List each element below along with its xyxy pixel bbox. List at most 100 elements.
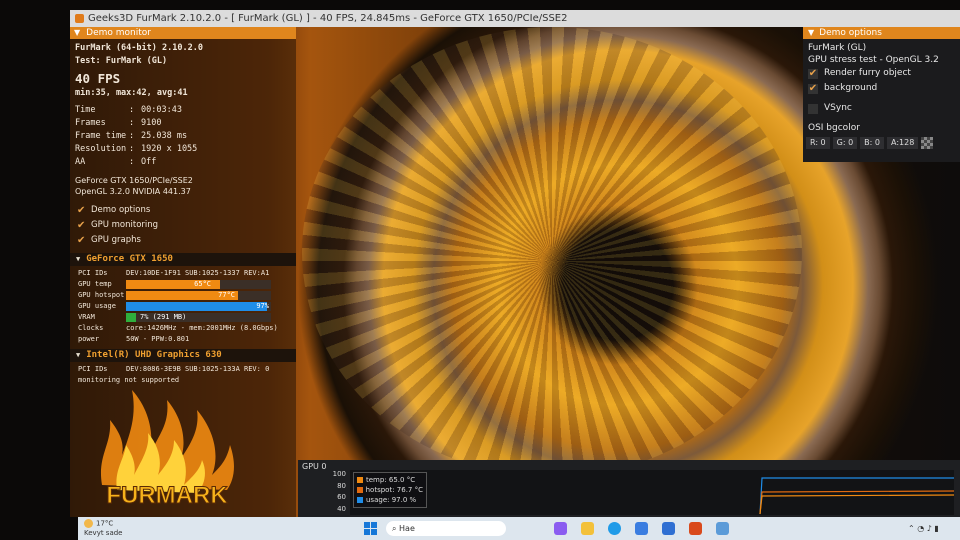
checkbox-gpu-monitoring[interactable]: ✔ GPU monitoring [70,218,296,233]
copilot-icon[interactable] [554,522,567,535]
fps-readout: 40 FPS [75,71,121,86]
metric-bar: 65°C [126,280,271,289]
legend-item: temp: 65.0 °C [357,475,423,485]
furmark-app-icon [75,14,84,23]
stat-key: Frames [75,118,106,128]
checkmark-icon: ✔ [77,205,86,216]
stat-value: 25.038 ms [141,131,188,141]
stat-row: AA: Off [75,157,157,167]
legend-swatch [357,487,363,493]
fps-stats: min:35, max:42, avg:41 [75,88,188,98]
checkbox-label: GPU monitoring [91,220,159,230]
alpha-field[interactable]: A:128 [887,137,919,149]
graph-plot-area [350,470,954,515]
stat-row: Frame time:25.038 ms [75,131,188,141]
graph-label: GPU 0 [302,462,327,471]
file-explorer-icon[interactable] [581,522,594,535]
metric-value: 7% (291 MB) [140,313,187,321]
y-tick: 100 [332,470,346,478]
collapse-triangle-icon: ▼ [76,255,81,263]
store-icon[interactable] [635,522,648,535]
gpu1-header[interactable]: ▼ GeForce GTX 1650 [70,253,296,266]
row-label: power [78,335,100,343]
app-icon[interactable] [716,522,729,535]
red-field[interactable]: R: 0 [806,137,830,149]
row-label: Clocks [78,324,104,332]
metric-bar: 97% [126,302,271,311]
gpu1-title: GeForce GTX 1650 [86,254,173,264]
checkmark-icon: ✔ [808,67,818,79]
pci-ids: DEV:8086-3E9B SUB:1025-133A REV: 0 [126,365,270,373]
demo-monitor-header[interactable]: ▼ Demo monitor [70,27,296,39]
window-title-bar: Geeks3D FurMark 2.10.2.0 - [ FurMark (GL… [70,10,960,27]
demo-options-panel: ▼ Demo options FurMark (GL) GPU stress te… [803,27,960,162]
metric-row: GPU temp 65°C [70,279,296,290]
legend-swatch [357,497,363,503]
stat-key: Time [75,105,96,115]
weather-temp: 17°C [96,519,114,528]
legend-item: hotspot: 76.7 °C [357,485,423,495]
checkbox-label: GPU graphs [91,235,141,245]
checkbox-demo-options[interactable]: ✔ Demo options [70,203,296,218]
checkmark-icon: ✔ [77,220,86,231]
metric-row: GPU hotspot 77°C [70,290,296,301]
system-tray-icons[interactable]: ⌃ ◔ ♪ ▮ [908,524,939,533]
checkbox-render-furry[interactable]: ✔ Render furry object [803,66,960,81]
metric-value: 77°C [218,291,235,299]
checkbox-label: background [824,83,878,93]
furmark-taskbar-icon[interactable] [689,522,702,535]
metric-value: 65°C [194,280,211,288]
gpu2-header[interactable]: ▼ Intel(R) UHD Graphics 630 [70,349,296,362]
legend-text: usage: 97.0 % [366,496,417,504]
demo-desc: GPU stress test - OpenGL 3.2 [808,55,939,65]
start-button-icon[interactable] [364,522,377,535]
checkbox-gpu-graphs[interactable]: ✔ GPU graphs [70,233,296,248]
weather-desc: Kevyt sade [84,528,123,537]
metric-bar: 7% (291 MB) [126,313,271,322]
stat-row: Resolution:1920 x 1055 [75,144,198,154]
legend-item: usage: 97.0 % [357,495,423,505]
gpu2-title: Intel(R) UHD Graphics 630 [86,350,222,360]
edge-browser-icon[interactable] [608,522,621,535]
collapse-triangle-icon: ▼ [74,28,81,37]
legend-swatch [357,477,363,483]
checkbox-label: Render furry object [824,68,911,78]
checkbox-label: VSync [824,103,852,113]
stat-value: 9100 [141,118,162,128]
app-icon[interactable] [662,522,675,535]
stat-value: 00:03:43 [141,105,182,115]
gpu-graph: GPU 0 100 80 60 40 temp: 65.0 °C hotspot… [298,460,960,517]
y-tick: 80 [337,481,346,490]
stats-list: Time:00:03:43 Frames:9100 Frame time:25.… [70,104,296,169]
metric-label: GPU usage [78,302,116,310]
demo-monitor-title: Demo monitor [86,28,151,38]
blue-field[interactable]: B: 0 [860,137,884,149]
collapse-triangle-icon: ▼ [808,28,815,37]
metric-label: VRAM [78,313,95,321]
stat-key: AA [75,157,86,167]
green-field[interactable]: G: 0 [832,137,858,149]
checkmark-icon: ✔ [808,82,818,94]
opengl-version: OpenGL 3.2.0 NVIDIA 441.37 [75,187,191,196]
demo-options-header[interactable]: ▼ Demo options [803,27,960,39]
metric-value: 97% [256,302,269,310]
taskbar: 17°C Kevyt sade ⌕ Hae ⌃ ◔ ♪ ▮ [78,517,960,540]
checkbox-vsync[interactable]: VSync [803,101,960,116]
legend-text: temp: 65.0 °C [366,476,416,484]
metric-label: GPU hotspot [78,291,125,299]
checkbox-background[interactable]: ✔ background [803,81,960,96]
window-title: Geeks3D FurMark 2.10.2.0 - [ FurMark (GL… [88,13,568,24]
logo-wordmark: FURMARK [106,482,228,509]
fur-donut-texture [302,27,802,477]
metric-bar: 77°C [126,291,271,300]
graph-ticks: 100 80 60 40 [332,469,346,515]
gpu-renderer: GeForce GTX 1650/PCIe/SSE2 [75,176,193,185]
weather-widget[interactable]: 17°C Kevyt sade [84,519,123,538]
demo-options-title: Demo options [819,28,882,38]
taskbar-search[interactable]: ⌕ Hae [386,521,506,536]
checkmark-icon: ✔ [77,235,86,246]
checkbox-label: Demo options [91,205,151,215]
y-tick: 40 [337,504,346,513]
color-swatch[interactable] [921,137,934,149]
stat-key: Resolution [75,144,127,154]
